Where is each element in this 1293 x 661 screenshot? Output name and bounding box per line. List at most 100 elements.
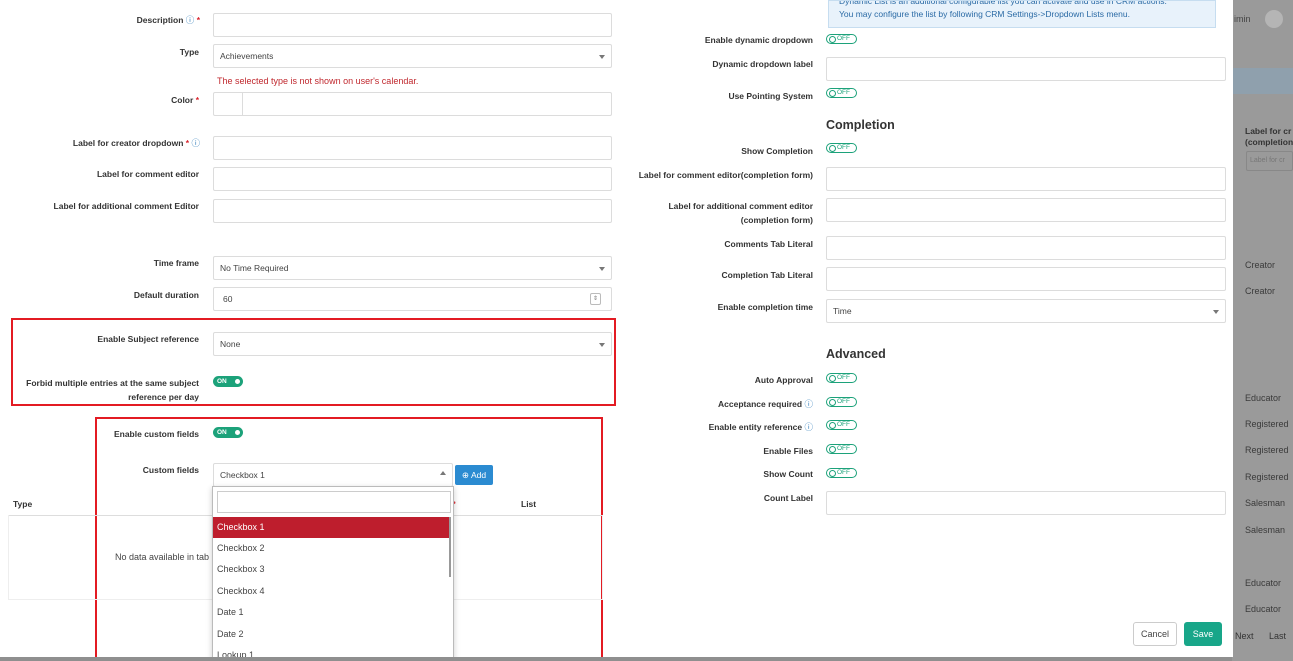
- table-empty-message: No data available in tab: [115, 552, 210, 562]
- info-icon[interactable]: ⓘ: [804, 399, 813, 409]
- save-button[interactable]: Save: [1184, 622, 1222, 646]
- default-duration-input[interactable]: 60 ⇕: [213, 287, 612, 311]
- type-select[interactable]: Achievements: [213, 44, 612, 68]
- entity-reference-label: Enable entity reference ⓘ: [708, 422, 813, 432]
- enable-custom-fields-label: Enable custom fields: [113, 429, 199, 439]
- background-row: Registered: [1245, 445, 1289, 455]
- time-frame-label: Time frame: [153, 258, 199, 268]
- additional-comment-input[interactable]: [213, 199, 612, 223]
- cancel-button[interactable]: Cancel: [1133, 622, 1177, 646]
- comment-editor-input[interactable]: [213, 167, 612, 191]
- background-page: [1232, 0, 1293, 661]
- count-label-input[interactable]: [826, 491, 1226, 515]
- pointing-system-toggle[interactable]: OFF: [826, 88, 857, 98]
- comment-editor-completion-label: Label for comment editor(completion form…: [638, 170, 813, 180]
- advanced-section-title: Advanced: [826, 347, 886, 361]
- completion-tab-literal-input[interactable]: [826, 267, 1226, 291]
- entity-reference-toggle[interactable]: OFF: [826, 420, 857, 430]
- creator-dropdown-label: Label for creator dropdown * ⓘ: [72, 138, 200, 148]
- creator-dropdown-input[interactable]: [213, 136, 612, 160]
- dropdown-option[interactable]: Checkbox 2: [213, 538, 451, 559]
- info-icon[interactable]: ⓘ: [186, 15, 195, 25]
- forbid-toggle[interactable]: ON: [213, 376, 243, 387]
- completion-tab-literal-label: Completion Tab Literal: [721, 270, 813, 280]
- background-row: Registered: [1245, 472, 1289, 482]
- dropdown-option[interactable]: Checkbox 1: [213, 517, 451, 538]
- pointing-system-label: Use Pointing System: [728, 91, 813, 101]
- additional-comment-label: Label for additional comment Editor: [53, 201, 199, 211]
- dynamic-dropdown-input[interactable]: [826, 57, 1226, 81]
- time-frame-select[interactable]: No Time Required: [213, 256, 612, 280]
- description-label: Description ⓘ *: [136, 15, 200, 25]
- background-band: [1232, 68, 1293, 94]
- comments-tab-literal-label: Comments Tab Literal: [724, 239, 813, 249]
- plus-circle-icon: ⊕: [461, 470, 470, 480]
- color-label: Color *: [171, 95, 199, 105]
- enable-files-toggle[interactable]: OFF: [826, 444, 857, 454]
- additional-comment-completion-input[interactable]: [826, 198, 1226, 222]
- background-row: Salesman: [1245, 525, 1286, 535]
- custom-fields-label: Custom fields: [142, 465, 199, 475]
- dropdown-option[interactable]: Lookup 1: [213, 645, 451, 657]
- activity-type-modal: Description ⓘ * Type Achievements The se…: [0, 0, 1233, 657]
- background-row: Salesman: [1245, 498, 1286, 508]
- background-row: Creator: [1245, 260, 1276, 270]
- dropdown-option[interactable]: Checkbox 4: [213, 581, 451, 602]
- auto-approval-toggle[interactable]: OFF: [826, 373, 857, 383]
- custom-fields-toggle[interactable]: ON: [213, 427, 243, 438]
- chevron-up-icon: [440, 471, 446, 475]
- auto-approval-label: Auto Approval: [754, 375, 813, 385]
- avatar: [1265, 10, 1283, 28]
- acceptance-required-toggle[interactable]: OFF: [826, 397, 857, 407]
- show-completion-label: Show Completion: [741, 146, 813, 156]
- table-col-type: Type: [13, 499, 33, 509]
- type-label: Type: [179, 47, 199, 57]
- show-count-label: Show Count: [763, 469, 813, 479]
- background-row: Educator: [1245, 604, 1282, 614]
- dropdown-option[interactable]: Checkbox 3: [213, 559, 451, 580]
- show-count-toggle[interactable]: OFF: [826, 468, 857, 478]
- spinner-icon[interactable]: ⇕: [590, 293, 601, 305]
- dynamic-dropdown-toggle[interactable]: OFF: [826, 34, 857, 44]
- pager-last: Last: [1269, 631, 1287, 641]
- comment-editor-completion-input[interactable]: [826, 167, 1226, 191]
- dropdown-option[interactable]: Date 2: [213, 624, 451, 645]
- color-input[interactable]: [213, 92, 612, 116]
- dynamic-list-info: Dynamic List is an additional configurab…: [828, 0, 1216, 28]
- background-row: Creator: [1245, 286, 1276, 296]
- comment-editor-label: Label for comment editor: [96, 169, 199, 179]
- default-duration-label: Default duration: [133, 290, 199, 300]
- dropdown-search-input[interactable]: [217, 491, 451, 513]
- custom-fields-select[interactable]: Checkbox 1: [213, 463, 453, 487]
- table-col-list: List: [521, 499, 537, 509]
- background-header-2: (completion: [1245, 137, 1293, 147]
- custom-fields-dropdown: Checkbox 1 Checkbox 2 Checkbox 3 Checkbo…: [212, 486, 454, 657]
- acceptance-required-label: Acceptance required ⓘ: [718, 399, 813, 409]
- completion-section-title: Completion: [826, 118, 895, 132]
- background-row: Educator: [1245, 393, 1282, 403]
- subject-ref-select[interactable]: None: [213, 332, 612, 356]
- show-completion-toggle[interactable]: OFF: [826, 143, 857, 153]
- additional-comment-completion-label: Label for additional comment editor (com…: [668, 201, 813, 225]
- color-swatch-divider: [242, 93, 243, 115]
- forbid-label: Forbid multiple entries at the same subj…: [26, 378, 199, 402]
- count-label-label: Count Label: [763, 493, 813, 503]
- required-asterisk: *: [196, 15, 200, 25]
- background-row: Registered: [1245, 419, 1289, 429]
- completion-time-select[interactable]: Time: [826, 299, 1226, 323]
- pager-next: Next: [1235, 631, 1254, 641]
- dropdown-option[interactable]: Date 1: [213, 602, 451, 623]
- info-icon[interactable]: ⓘ: [191, 138, 200, 148]
- comments-tab-literal-input[interactable]: [826, 236, 1226, 260]
- add-button[interactable]: ⊕ Add: [455, 465, 493, 485]
- type-warning: The selected type is not shown on user's…: [217, 76, 419, 86]
- required-asterisk: *: [185, 138, 190, 148]
- background-row: Educator: [1245, 578, 1282, 588]
- required-asterisk: *: [195, 95, 199, 105]
- background-filter-input: Label for cr: [1246, 151, 1293, 171]
- enable-dynamic-dropdown-label: Enable dynamic dropdown: [704, 35, 813, 45]
- dropdown-scrollbar[interactable]: [449, 517, 451, 577]
- completion-time-label: Enable completion time: [717, 302, 813, 312]
- info-icon[interactable]: ⓘ: [804, 422, 813, 432]
- description-input[interactable]: [213, 13, 612, 37]
